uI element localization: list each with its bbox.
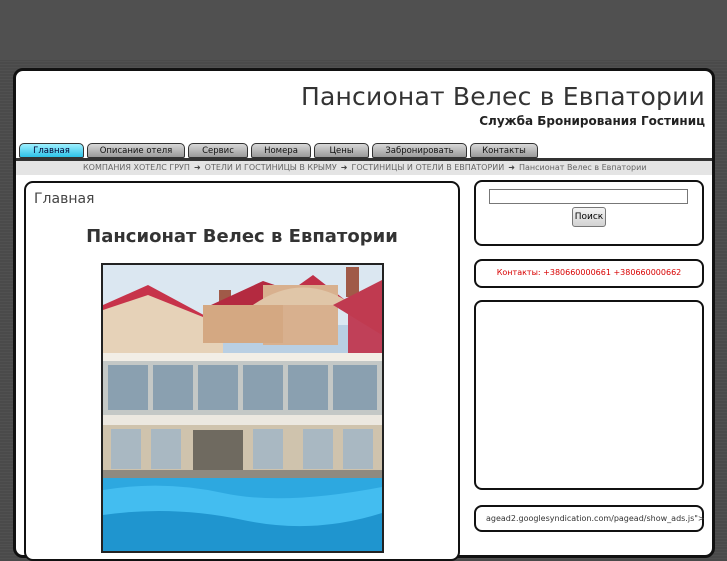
breadcrumb-link[interactable]: КОМПАНИЯ ХОТЕЛС ГРУП — [83, 161, 190, 174]
main-content-box: Главная Пансионат Велес в Евпатории — [24, 181, 460, 561]
nav-item-rooms[interactable]: Номера — [251, 143, 311, 158]
nav-item-service[interactable]: Сервис — [188, 143, 248, 158]
article-title: Пансионат Велес в Евпатории — [86, 226, 398, 247]
hotel-photo — [101, 263, 384, 553]
nav-item-prices[interactable]: Цены — [314, 143, 369, 158]
contacts-box: Контакты: +380660000661 +380660000662 — [474, 259, 704, 288]
breadcrumb-arrow-icon: ➜ — [340, 163, 348, 172]
breadcrumb-current: Пансионат Велес в Евпатории — [518, 163, 647, 172]
ad-code-text: agead2.googlesyndication.com/pagead/show… — [486, 514, 705, 523]
contacts-text: Контакты: +380660000661 +380660000662 — [496, 268, 682, 277]
nav-item-book[interactable]: Забронировать — [372, 143, 467, 158]
ad-slot-empty — [474, 300, 704, 490]
breadcrumb-arrow-icon: ➜ — [193, 163, 201, 172]
nav-item-contacts[interactable]: Контакты — [470, 143, 538, 158]
search-button[interactable]: Поиск — [572, 207, 606, 227]
breadcrumb-link[interactable]: ОТЕЛИ И ГОСТИНИЦЫ В КРЫМУ — [205, 161, 337, 174]
site-subtitle: Служба Бронирования Гостиниц — [479, 114, 705, 128]
site-title: Пансионат Велес в Евпатории — [300, 82, 705, 111]
hotel-photo-illustration — [103, 265, 382, 551]
breadcrumb-arrow-icon: ➜ — [508, 163, 515, 172]
nav-item-home[interactable]: Главная — [19, 143, 84, 158]
section-title: Главная — [34, 191, 95, 207]
search-box: Поиск — [474, 180, 704, 246]
nav-item-hotel-description[interactable]: Описание отеля — [87, 143, 185, 158]
breadcrumb-link[interactable]: ГОСТИНИЦЫ И ОТЕЛИ В ЕВПАТОРИИ — [351, 161, 504, 174]
breadcrumb: КОМПАНИЯ ХОТЕЛС ГРУП ➜ ОТЕЛИ И ГОСТИНИЦЫ В… — [16, 161, 712, 175]
ad-code-box: agead2.googlesyndication.com/pagead/show… — [474, 505, 705, 532]
search-input[interactable] — [489, 189, 688, 204]
top-band — [0, 0, 727, 60]
